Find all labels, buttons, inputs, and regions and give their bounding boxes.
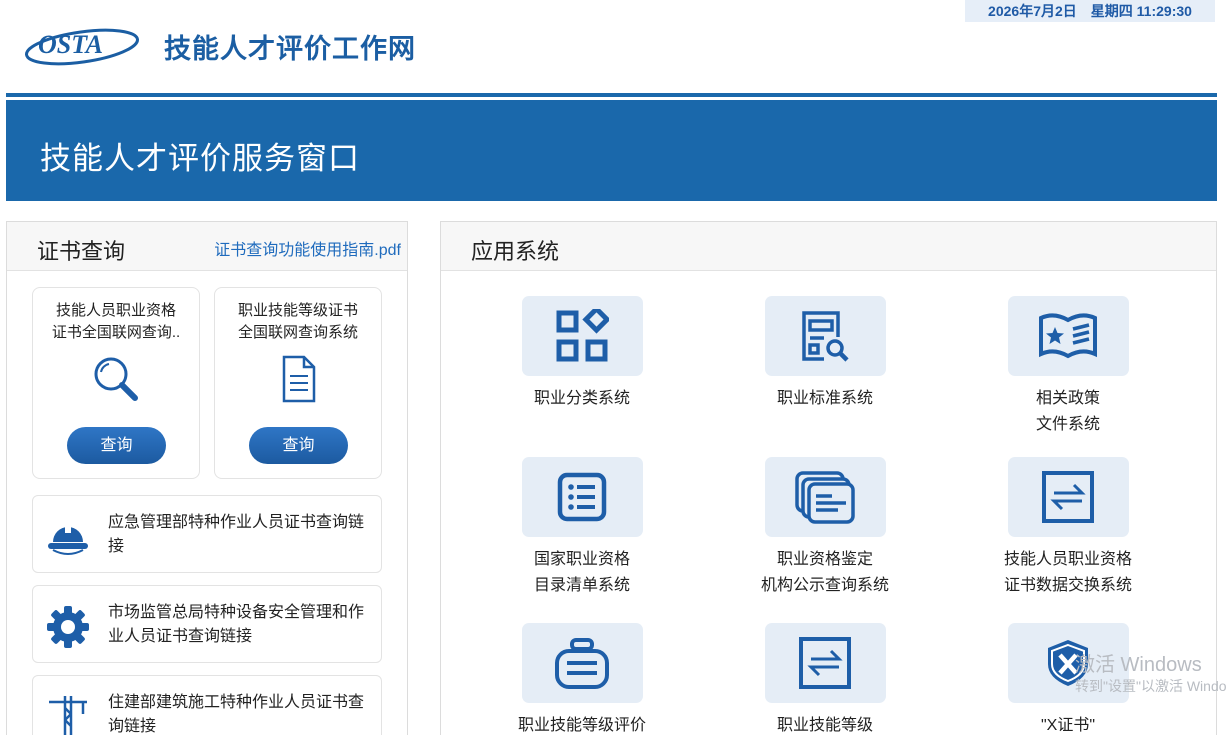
exchange-icon	[1042, 471, 1094, 523]
link-text: 市场监管总局特种设备安全管理和作业人员证书查询链接	[108, 604, 365, 645]
logo-text: OSTA	[38, 30, 103, 59]
app-tile	[1007, 457, 1129, 537]
app-skill-level-evaluation[interactable]: 职业技能等级评价	[482, 623, 682, 735]
policy-book-icon	[1039, 313, 1097, 359]
cert-query-title: 证书查询	[37, 239, 126, 264]
query-button[interactable]: 查询	[67, 427, 166, 464]
app-tile	[764, 296, 886, 376]
app-appraisal-agency-disclosure[interactable]: 职业资格鉴定 机构公示查询系统	[725, 457, 925, 599]
link-text: 住建部建筑施工特种作业人员证书查询链接	[108, 694, 365, 735]
banner-title: 技能人才评价服务窗口	[40, 141, 360, 176]
app-tile	[521, 296, 643, 376]
app-x-certificate[interactable]: "X证书"	[968, 623, 1168, 735]
hanging-sign-icon	[555, 638, 609, 689]
document-icon	[282, 355, 316, 403]
exchange-icon	[799, 637, 851, 689]
emergency-mgmt-cert-link[interactable]: 应急管理部特种作业人员证书查询链接	[32, 495, 382, 573]
app-label: 技能人员职业资格 证书数据交换系统	[1003, 551, 1132, 594]
current-date: 2026年7月2日	[988, 3, 1077, 19]
app-tile	[521, 623, 643, 703]
guide-pdf-link[interactable]: 证书查询功能使用指南.pdf	[214, 236, 401, 260]
app-label: 职业分类系统	[533, 390, 630, 407]
gear-icon	[47, 606, 89, 648]
banner-divider	[6, 93, 1217, 97]
cert-query-panel: 证书查询 证书查询功能使用指南.pdf 技能人员职业资格 证书全国联网查询.. …	[6, 221, 408, 735]
banner: 技能人才评价服务窗口	[6, 100, 1217, 201]
stacked-docs-icon	[795, 471, 855, 524]
market-supervision-cert-link[interactable]: 市场监管总局特种设备安全管理和作业人员证书查询链接	[32, 585, 382, 663]
cert-query-header: 证书查询 证书查询功能使用指南.pdf	[7, 222, 407, 271]
standard-search-icon	[802, 311, 849, 362]
hard-hat-icon	[48, 523, 88, 555]
app-tile	[1007, 623, 1129, 703]
app-tile	[1007, 296, 1129, 376]
app-tile	[764, 457, 886, 537]
current-weekday-time: 星期四 11:29:30	[1090, 3, 1192, 19]
app-tile	[521, 457, 643, 537]
category-grid-icon	[556, 309, 609, 362]
app-related-policy[interactable]: 相关政策 文件系统	[968, 296, 1168, 438]
card-title: 职业技能等级证书 全国联网查询系统	[237, 302, 358, 341]
app-occupation-classification[interactable]: 职业分类系统	[482, 296, 682, 412]
link-text: 应急管理部特种作业人员证书查询链接	[108, 514, 365, 555]
app-label: 相关政策 文件系统	[1035, 390, 1100, 433]
shield-x-icon	[1048, 640, 1088, 686]
datetime-display: 2026年7月2日 星期四 11:29:30	[965, 0, 1215, 22]
app-systems-panel: 应用系统 职业分类系统 职业标准系统 相关政策 文件系统 国家职业资格 目录清单…	[440, 221, 1217, 735]
app-label: 职业技能等级	[776, 717, 873, 734]
app-skill-level[interactable]: 职业技能等级	[725, 623, 925, 735]
housing-construction-cert-link[interactable]: 住建部建筑施工特种作业人员证书查询链接	[32, 675, 382, 735]
search-icon	[94, 357, 138, 401]
app-systems-header: 应用系统	[441, 222, 1216, 271]
skill-qualification-query-card: 技能人员职业资格 证书全国联网查询.. 查询	[32, 287, 200, 479]
card-title: 技能人员职业资格 证书全国联网查询..	[51, 302, 181, 341]
app-label: 职业标准系统	[776, 390, 873, 407]
list-icon	[557, 472, 607, 522]
skill-level-query-card: 职业技能等级证书 全国联网查询系统 查询	[214, 287, 382, 479]
app-label: 职业资格鉴定 机构公示查询系统	[760, 551, 889, 594]
app-label: 职业技能等级评价	[517, 717, 646, 734]
app-tile	[764, 623, 886, 703]
app-national-qualification-catalog[interactable]: 国家职业资格 目录清单系统	[482, 457, 682, 599]
app-occupation-standard[interactable]: 职业标准系统	[725, 296, 925, 412]
query-button[interactable]: 查询	[249, 427, 348, 464]
app-label: "X证书"	[1040, 717, 1096, 734]
tower-crane-icon	[49, 696, 87, 735]
site-title: 技能人才评价工作网	[164, 34, 416, 64]
app-label: 国家职业资格 目录清单系统	[533, 551, 630, 594]
app-systems-title: 应用系统	[471, 239, 560, 264]
app-certificate-data-exchange[interactable]: 技能人员职业资格 证书数据交换系统	[968, 457, 1168, 599]
osta-logo[interactable]: OSTA	[24, 22, 144, 68]
